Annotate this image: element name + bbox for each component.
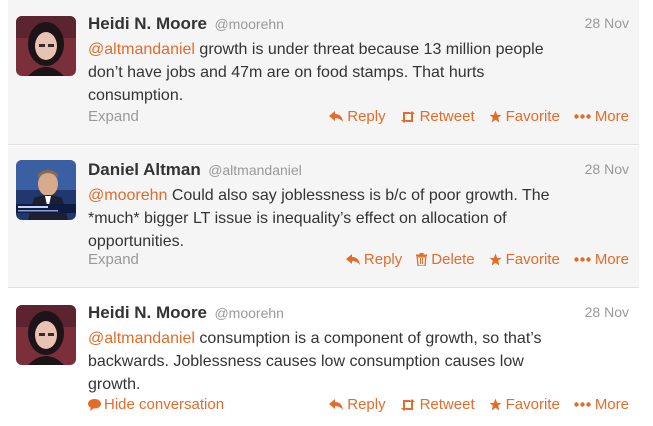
expand-link[interactable]: Expand: [88, 251, 139, 268]
tweet-date[interactable]: 28 Nov: [585, 304, 629, 320]
user-handle[interactable]: @moorehn: [214, 305, 283, 321]
retweet-button[interactable]: Retweet: [400, 396, 475, 413]
more-label: More: [594, 108, 629, 125]
tweet-actions: Reply Delete Favorite More: [345, 251, 629, 268]
retweet-label: Retweet: [419, 108, 475, 125]
tweet[interactable]: Heidi N. Moore @moorehn 28 Nov @altmanda…: [8, 289, 639, 426]
tweet-text: @moorehn Could also say joblessness is b…: [88, 184, 628, 253]
tweet-actions: Reply Retweet Favorite More: [329, 108, 629, 125]
retweet-button[interactable]: Retweet: [400, 108, 475, 125]
avatar[interactable]: [16, 16, 76, 76]
more-dots-icon: [574, 257, 591, 262]
tweet[interactable]: Heidi N. Moore @moorehn 28 Nov @altmanda…: [8, 0, 639, 145]
mention-link[interactable]: @altmandaniel: [88, 41, 195, 58]
tweet-header: Heidi N. Moore @moorehn 28 Nov: [88, 303, 629, 325]
tweet-text: @altmandaniel growth is under threat bec…: [88, 38, 628, 107]
reply-icon: [345, 253, 360, 265]
more-label: More: [594, 251, 629, 268]
mention-link[interactable]: @moorehn: [88, 187, 167, 204]
tweet-header: Heidi N. Moore @moorehn 28 Nov: [88, 14, 629, 36]
tweet-actions: Reply Retweet Favorite More: [329, 396, 629, 413]
star-icon: [489, 110, 502, 123]
user-name[interactable]: Heidi N. Moore: [88, 14, 207, 33]
reply-button[interactable]: Reply: [329, 396, 386, 413]
avatar[interactable]: [16, 305, 76, 365]
reply-label: Reply: [363, 251, 403, 268]
favorite-button[interactable]: Favorite: [489, 108, 560, 125]
tweet-footer: Hide conversation Reply Retweet Favorite: [88, 396, 629, 416]
trash-icon: [416, 253, 428, 266]
tweet-text: @altmandaniel consumption is a component…: [88, 327, 628, 396]
favorite-button[interactable]: Favorite: [489, 251, 560, 268]
user-name[interactable]: Daniel Altman: [88, 160, 201, 179]
star-icon: [489, 253, 502, 266]
avatar[interactable]: [16, 160, 76, 220]
more-button[interactable]: More: [574, 108, 629, 125]
tweet-header: Daniel Altman @altmandaniel 28 Nov: [88, 160, 629, 182]
reply-icon: [329, 110, 344, 122]
reply-button[interactable]: Reply: [329, 108, 386, 125]
mention-link[interactable]: @altmandaniel: [88, 330, 195, 347]
user-handle[interactable]: @altmandaniel: [208, 162, 302, 178]
more-label: More: [594, 396, 629, 413]
hide-conversation-link[interactable]: Hide conversation: [88, 396, 224, 413]
tweet[interactable]: Daniel Altman @altmandaniel 28 Nov @moor…: [8, 146, 639, 288]
tweet-footer: Expand Reply Retweet Favorite More: [88, 108, 629, 128]
retweet-icon: [400, 110, 415, 123]
tweet-feed: Heidi N. Moore @moorehn 28 Nov @altmanda…: [0, 0, 653, 426]
tweet-date[interactable]: 28 Nov: [585, 15, 629, 31]
more-dots-icon: [574, 114, 591, 119]
more-dots-icon: [574, 402, 591, 407]
tweet-date[interactable]: 28 Nov: [585, 161, 629, 177]
reply-label: Reply: [347, 396, 386, 413]
more-button[interactable]: More: [574, 251, 629, 268]
favorite-label: Favorite: [505, 251, 560, 268]
favorite-button[interactable]: Favorite: [489, 396, 560, 413]
hide-conversation-label: Hide conversation: [104, 396, 225, 413]
tweet-footer: Expand Reply Delete Favorite More: [88, 251, 629, 271]
reply-label: Reply: [347, 108, 386, 125]
retweet-icon: [400, 398, 415, 411]
user-name[interactable]: Heidi N. Moore: [88, 303, 207, 322]
delete-button[interactable]: Delete: [416, 251, 475, 268]
reply-button[interactable]: Reply: [345, 251, 403, 268]
more-button[interactable]: More: [574, 396, 629, 413]
retweet-label: Retweet: [419, 396, 475, 413]
reply-icon: [329, 398, 344, 410]
star-icon: [489, 398, 502, 411]
favorite-label: Favorite: [505, 396, 560, 413]
expand-link[interactable]: Expand: [88, 108, 139, 125]
user-handle[interactable]: @moorehn: [214, 16, 283, 32]
favorite-label: Favorite: [505, 108, 560, 125]
delete-label: Delete: [431, 251, 475, 268]
speech-bubble-icon: [88, 398, 101, 411]
